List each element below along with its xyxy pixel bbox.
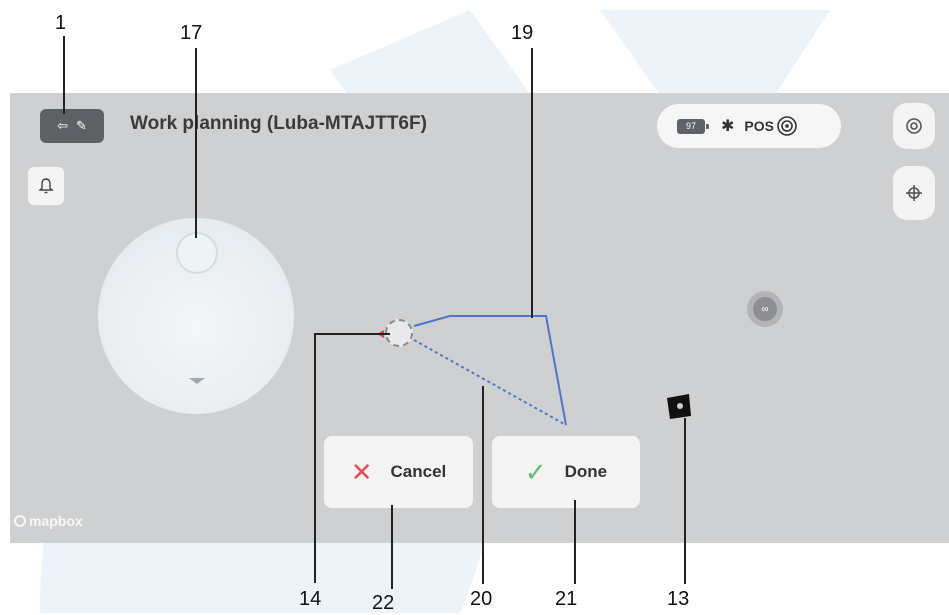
leader-line-17 [195,48,197,238]
joystick-knob[interactable] [176,232,218,274]
battery-indicator: 97 [677,118,709,134]
leader-line-1 [63,36,65,114]
pos-signal-icon [777,116,797,136]
callout-22: 22 [372,592,395,614]
locate-icon [906,185,922,201]
charging-station-icon [667,394,691,419]
pos-label: POS [744,118,774,134]
check-icon: ✓ [524,456,547,487]
robot-marker-icon: ∞ [753,297,777,321]
close-icon: ✕ [350,456,373,487]
battery-level: 97 [685,121,696,131]
leader-line-13 [684,418,686,584]
joystick-pad[interactable] [98,218,294,414]
leader-line-20 [482,386,484,584]
callout-20: 20 [470,588,493,610]
callout-14: 14 [299,588,322,610]
done-button[interactable]: ✓ Done [492,436,640,508]
leader-line-21 [574,500,576,584]
status-pill: 97 ✱ POS [657,104,841,148]
chevron-down-icon [189,378,205,384]
notification-button[interactable] [28,167,64,205]
pencil-icon: ✎ [76,118,87,133]
settings-icon [906,118,922,134]
leader-line-19 [531,48,533,318]
exit-edit-button[interactable]: ⇦ ✎ [40,109,104,143]
bluetooth-icon: ✱ [721,118,735,135]
callout-21: 21 [555,588,578,610]
cancel-button[interactable]: ✕ Cancel [324,436,473,508]
callout-19: 19 [511,22,534,44]
callout-13: 13 [667,588,690,610]
page-title: Work planning (Luba-MTAJTT6F) [130,113,427,134]
leader-line-22 [391,505,393,589]
done-label: Done [564,462,608,481]
bell-icon [38,178,54,194]
robot-marker[interactable]: ∞ [747,291,783,327]
map-attribution: mapbox [14,513,83,529]
leader-line-14-v [314,333,316,583]
cancel-label: Cancel [390,462,447,481]
callout-17: 17 [180,22,203,44]
mapbox-logo-icon [14,515,26,527]
settings-button[interactable] [893,103,935,149]
callout-1: 1 [55,12,67,34]
locate-button[interactable] [893,166,935,220]
leader-line-14-h [314,333,390,335]
exit-edit-icon: ⇦ [57,118,68,133]
